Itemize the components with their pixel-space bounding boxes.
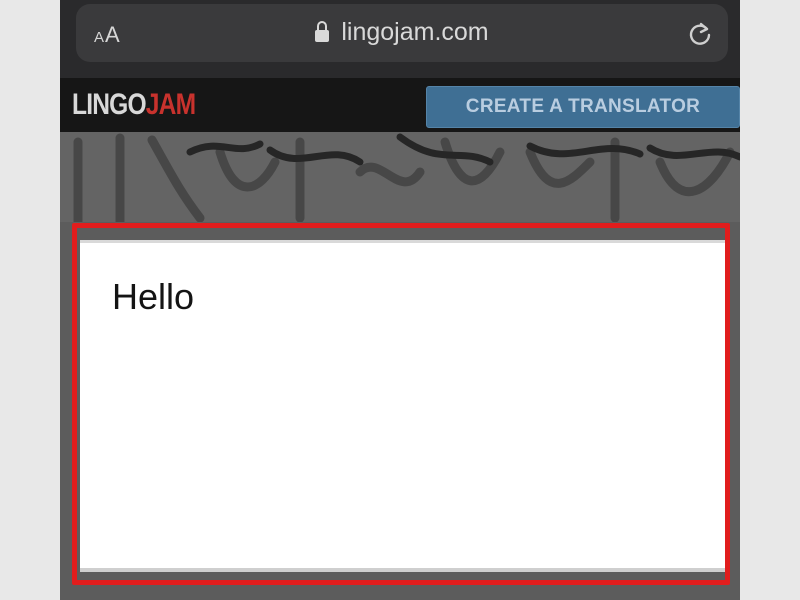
browser-address-bar: AA lingojam.com <box>60 0 740 78</box>
site-nav: LINGOJAM CREATE A TRANSLATOR <box>60 78 740 132</box>
reload-icon[interactable] <box>686 20 714 48</box>
url-text: lingojam.com <box>341 18 489 46</box>
header-banner-art <box>60 132 740 222</box>
phone-screen: AA lingojam.com LINGOJAM CREATE A TRANSL… <box>60 0 740 600</box>
lingojam-logo[interactable]: LINGOJAM <box>72 88 196 122</box>
highlight-box <box>72 223 730 585</box>
lock-icon <box>315 21 330 42</box>
url-display[interactable]: lingojam.com <box>76 18 728 47</box>
url-field[interactable]: AA lingojam.com <box>76 4 728 62</box>
create-translator-button[interactable]: CREATE A TRANSLATOR <box>426 86 740 128</box>
